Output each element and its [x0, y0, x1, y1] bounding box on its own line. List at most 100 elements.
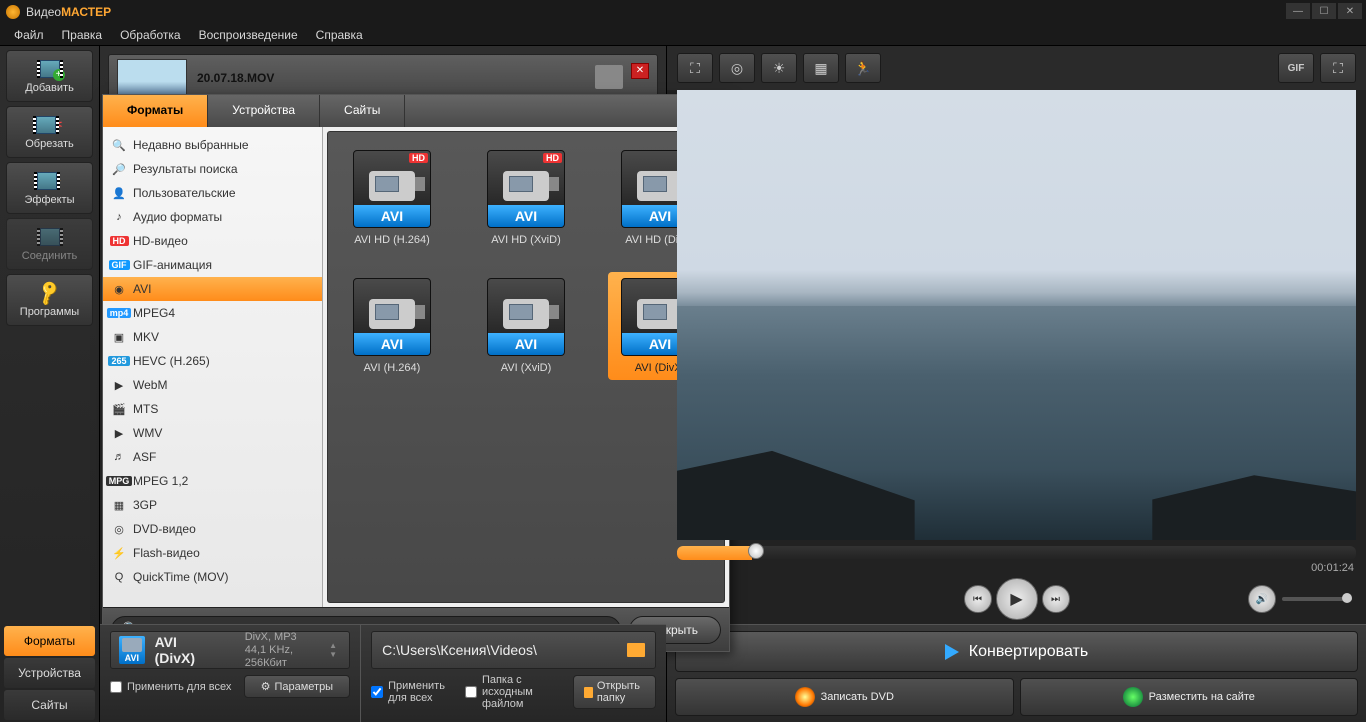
category-item[interactable]: ▣MKV: [103, 325, 322, 349]
menu-help[interactable]: Справка: [308, 26, 371, 44]
category-item[interactable]: ▦3GP: [103, 493, 322, 517]
close-window-button[interactable]: ✕: [1338, 3, 1362, 19]
volume-button[interactable]: 🔊: [1248, 585, 1276, 613]
publish-button[interactable]: Разместить на сайте: [1020, 678, 1359, 716]
format-box: HDAVI: [487, 150, 565, 228]
join-button[interactable]: Соединить: [6, 218, 93, 270]
fullscreen-button[interactable]: ⛶: [1320, 53, 1356, 83]
category-item[interactable]: ◎DVD-видео: [103, 517, 322, 541]
cut-label: Обрезать: [25, 138, 74, 150]
format-item[interactable]: HDAVIAVI HD (XviD): [474, 144, 578, 252]
title-bar: ВидеоМАСТЕР — ☐ ✕: [0, 0, 1366, 24]
crop-tool[interactable]: ⛶: [677, 53, 713, 83]
category-item[interactable]: HDHD-видео: [103, 229, 322, 253]
category-label: HEVC (H.265): [133, 354, 210, 368]
profile-codec: DivX, MP3: [245, 631, 315, 644]
film-join-icon: [40, 228, 60, 246]
output-path-row[interactable]: C:\Users\Ксения\Videos\: [371, 631, 656, 669]
category-item[interactable]: ♬ASF: [103, 445, 322, 469]
profile-selector[interactable]: AVI AVI (DivX) DivX, MP3 44,1 KHz, 256Кб…: [110, 631, 350, 669]
side-tab-devices[interactable]: Устройства: [4, 658, 95, 688]
gif-button[interactable]: GIF: [1278, 53, 1314, 83]
category-item[interactable]: ▶WebM: [103, 373, 322, 397]
category-icon: MPG: [111, 474, 127, 488]
category-item[interactable]: ⚡Flash-видео: [103, 541, 322, 565]
category-item[interactable]: 🔍Недавно выбранные: [103, 133, 322, 157]
add-button[interactable]: + Добавить: [6, 50, 93, 102]
format-item[interactable]: AVIAVI (H.264): [340, 272, 444, 380]
center-panel: 20.07.18.MOV ✕ Форматы Устройства Сайты …: [100, 46, 666, 722]
hd-badge: HD: [409, 153, 428, 163]
category-item[interactable]: 265HEVC (H.265): [103, 349, 322, 373]
format-box: HDAVI: [353, 150, 431, 228]
minimize-button[interactable]: —: [1286, 3, 1310, 19]
film-fx-icon: [37, 172, 57, 190]
play-button[interactable]: ▶: [996, 578, 1038, 620]
category-item[interactable]: mp4MPEG4: [103, 301, 322, 325]
apps-button[interactable]: 🔑 Программы: [6, 274, 93, 326]
format-item[interactable]: AVIAVI (XviD): [474, 272, 578, 380]
format-item[interactable]: HDAVIAVI HD (H.264): [340, 144, 444, 252]
maximize-button[interactable]: ☐: [1312, 3, 1336, 19]
profile-arrows[interactable]: ▲▼: [325, 641, 341, 659]
category-item[interactable]: ◉AVI: [103, 277, 322, 301]
disc-icon: [795, 687, 815, 707]
preview-panel: ⛶ ◎ ☀ ▦ 🏃 GIF ⛶ 00:01:24 ⏮ ▶ ⏭ 🔊: [666, 46, 1366, 722]
remove-file-button[interactable]: ✕: [631, 63, 649, 79]
profile-rate: 44,1 KHz, 256Кбит: [245, 644, 315, 670]
category-label: MKV: [133, 330, 159, 344]
volume-handle[interactable]: [1342, 593, 1352, 603]
timeline[interactable]: [677, 546, 1356, 560]
format-box: AVI: [487, 278, 565, 356]
brightness-tool[interactable]: ☀: [761, 53, 797, 83]
next-button[interactable]: ⏭: [1042, 585, 1070, 613]
category-item[interactable]: 🔎Результаты поиска: [103, 157, 322, 181]
category-item[interactable]: ♪Аудио форматы: [103, 205, 322, 229]
format-label: AVI (H.264): [364, 362, 421, 374]
gear-icon: ⚙: [261, 680, 271, 693]
browse-folder-icon[interactable]: [627, 643, 645, 657]
open-folder-button[interactable]: Открыть папку: [573, 675, 656, 709]
enhance-tool[interactable]: ◎: [719, 53, 755, 83]
join-label: Соединить: [22, 250, 78, 262]
volume-slider[interactable]: [1282, 597, 1352, 601]
profile-panel: AVI AVI (DivX) DivX, MP3 44,1 KHz, 256Кб…: [100, 625, 361, 722]
footer-bar: AVI AVI (DivX) DivX, MP3 44,1 KHz, 256Кб…: [100, 624, 666, 722]
app-name-2: МАСТЕР: [61, 5, 111, 19]
side-tab-sites[interactable]: Сайты: [4, 690, 95, 720]
category-item[interactable]: 🎬MTS: [103, 397, 322, 421]
category-item[interactable]: 👤Пользовательские: [103, 181, 322, 205]
apply-all-output[interactable]: Применить для всех: [371, 680, 445, 704]
video-preview[interactable]: [677, 90, 1356, 540]
popup-tab-devices[interactable]: Устройства: [208, 95, 320, 127]
menu-file[interactable]: Файл: [6, 26, 52, 44]
timeline-handle[interactable]: [748, 543, 764, 559]
convert-button[interactable]: Конвертировать: [675, 631, 1358, 672]
burn-dvd-button[interactable]: Записать DVD: [675, 678, 1014, 716]
params-button[interactable]: ⚙Параметры: [244, 675, 351, 698]
popup-tab-formats[interactable]: Форматы: [103, 95, 208, 127]
menu-process[interactable]: Обработка: [112, 26, 189, 44]
speed-tool[interactable]: 🏃: [845, 53, 881, 83]
apply-all-profile[interactable]: Применить для всех: [110, 681, 231, 693]
format-grid: HDAVIAVI HD (H.264)HDAVIAVI HD (XviD)HDA…: [327, 131, 725, 603]
prev-button[interactable]: ⏮: [964, 585, 992, 613]
category-item[interactable]: ▶WMV: [103, 421, 322, 445]
category-item[interactable]: GIFGIF-анимация: [103, 253, 322, 277]
category-list[interactable]: 🔍Недавно выбранные🔎Результаты поиска👤Пол…: [103, 127, 323, 607]
menu-edit[interactable]: Правка: [54, 26, 111, 44]
category-item[interactable]: QQuickTime (MOV): [103, 565, 322, 589]
source-folder-check[interactable]: Папка с исходным файлом: [465, 674, 533, 710]
category-item[interactable]: MPGMPEG 1,2: [103, 469, 322, 493]
category-label: WebM: [133, 378, 167, 392]
preview-toolbar: ⛶ ◎ ☀ ▦ 🏃 GIF ⛶: [667, 46, 1366, 90]
effects-button[interactable]: ✦ Эффекты: [6, 162, 93, 214]
category-label: MTS: [133, 402, 158, 416]
side-tab-formats[interactable]: Форматы: [4, 626, 95, 656]
menu-playback[interactable]: Воспроизведение: [191, 26, 306, 44]
popup-tab-sites[interactable]: Сайты: [320, 95, 405, 127]
file-name: 20.07.18.MOV: [197, 71, 274, 85]
cut-button[interactable]: ✂ Обрезать: [6, 106, 93, 158]
filmstrip-tool[interactable]: ▦: [803, 53, 839, 83]
category-icon: HD: [111, 234, 127, 248]
